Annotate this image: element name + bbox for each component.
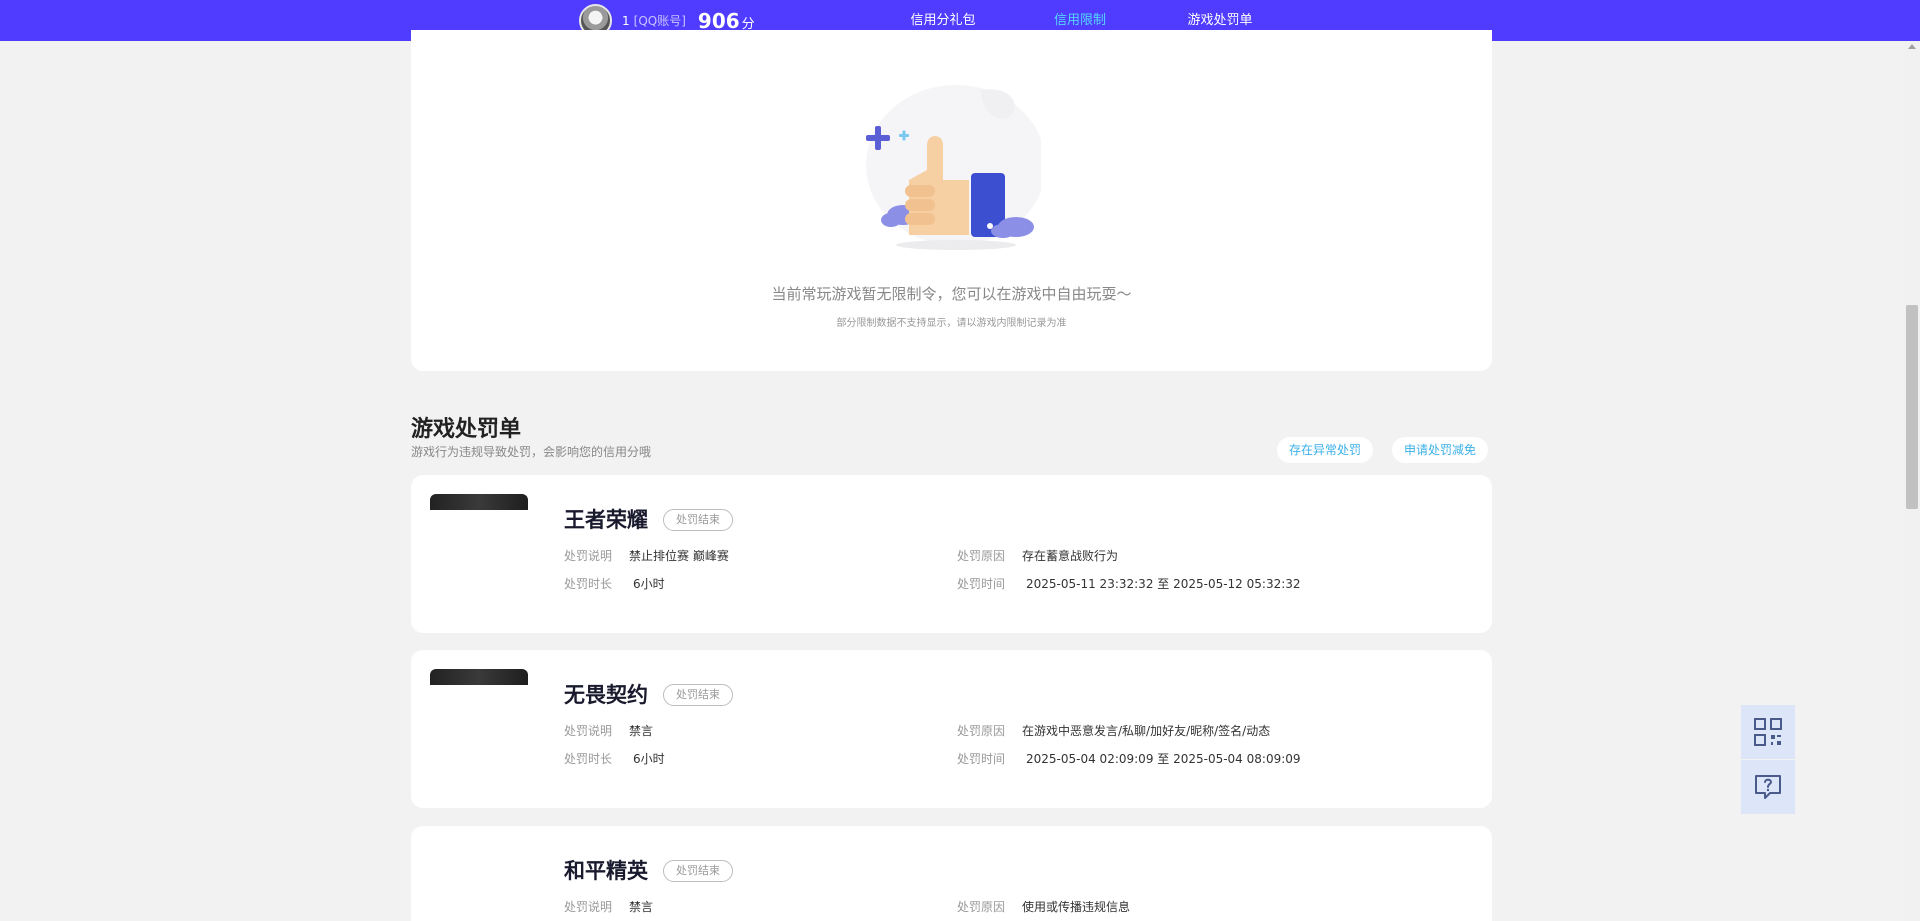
report-abnormal-penalty-button[interactable]: 存在异常处罚 (1277, 437, 1374, 463)
reason-label: 处罚原因 (957, 900, 1006, 914)
description-value: 禁言 (629, 900, 654, 914)
status-badge: 处罚结束 (663, 684, 733, 706)
user-id: 1 (622, 13, 630, 28)
credit-score: 906 (697, 8, 740, 33)
game-thumbnail (430, 494, 528, 510)
duration-value: 6小时 (633, 752, 665, 766)
help-chat-icon (1755, 775, 1781, 799)
section-title: 游戏处罚单 (411, 417, 522, 442)
reason-value: 使用或传播违规信息 (1022, 900, 1131, 914)
help-button[interactable] (1741, 760, 1795, 814)
description-label: 处罚说明 (564, 900, 613, 914)
qr-code-button[interactable] (1741, 705, 1795, 759)
empty-state-message: 当前常玩游戏暂无限制令，您可以在游戏中自由玩耍～ (771, 285, 1132, 303)
penalty-card[interactable]: 无畏契约 处罚结束 处罚说明 禁言 处罚时长 6小时 处罚原因 在游戏中恶意发言… (411, 650, 1492, 808)
scrollbar-thumb[interactable] (1906, 305, 1918, 509)
scroll-up-icon[interactable] (1908, 44, 1916, 49)
duration-label: 处罚时长 (564, 577, 613, 591)
status-badge: 处罚结束 (663, 509, 733, 531)
description-value: 禁止排位赛 巅峰赛 (629, 549, 729, 563)
account-type: [QQ账号] (633, 14, 686, 28)
game-name: 和平精英 (564, 859, 648, 883)
time-value: 2025-05-11 23:32:32 至 2025-05-12 05:32:3… (1026, 577, 1301, 591)
game-name: 无畏契约 (564, 683, 648, 707)
time-label: 处罚时间 (957, 752, 1006, 766)
reason-value: 存在蓄意战败行为 (1022, 549, 1119, 563)
reason-label: 处罚原因 (957, 549, 1006, 563)
reason-value: 在游戏中恶意发言/私聊/加好友/昵称/签名/动态 (1022, 724, 1271, 738)
description-label: 处罚说明 (564, 549, 613, 563)
game-thumbnail (430, 669, 528, 685)
duration-label: 处罚时长 (564, 752, 613, 766)
duration-value: 6小时 (633, 577, 665, 591)
restriction-empty-card: 当前常玩游戏暂无限制令，您可以在游戏中自由玩耍～ 部分限制数据不支持显示，请以游… (411, 30, 1492, 371)
time-value: 2025-05-04 02:09:09 至 2025-05-04 08:09:0… (1026, 752, 1301, 766)
time-label: 处罚时间 (957, 577, 1006, 591)
penalty-card[interactable]: 王者荣耀 处罚结束 处罚说明 禁止排位赛 巅峰赛 处罚时长 6小时 处罚原因 存… (411, 475, 1492, 633)
penalty-card[interactable]: 和平精英 处罚结束 处罚说明 禁言 处罚原因 使用或传播违规信息 (411, 826, 1492, 921)
section-subtitle: 游戏行为违规导致处罚，会影响您的信用分哦 (411, 445, 652, 459)
qr-code-icon (1754, 718, 1782, 746)
status-badge: 处罚结束 (663, 860, 733, 882)
reason-label: 处罚原因 (957, 724, 1006, 738)
description-value: 禁言 (629, 724, 654, 738)
game-name: 王者荣耀 (564, 508, 648, 532)
apply-penalty-reduction-button[interactable]: 申请处罚减免 (1392, 437, 1489, 463)
description-label: 处罚说明 (564, 724, 613, 738)
thumbs-up-illustration (866, 85, 1041, 250)
empty-state-note: 部分限制数据不支持显示，请以游戏内限制记录为准 (836, 318, 1067, 329)
